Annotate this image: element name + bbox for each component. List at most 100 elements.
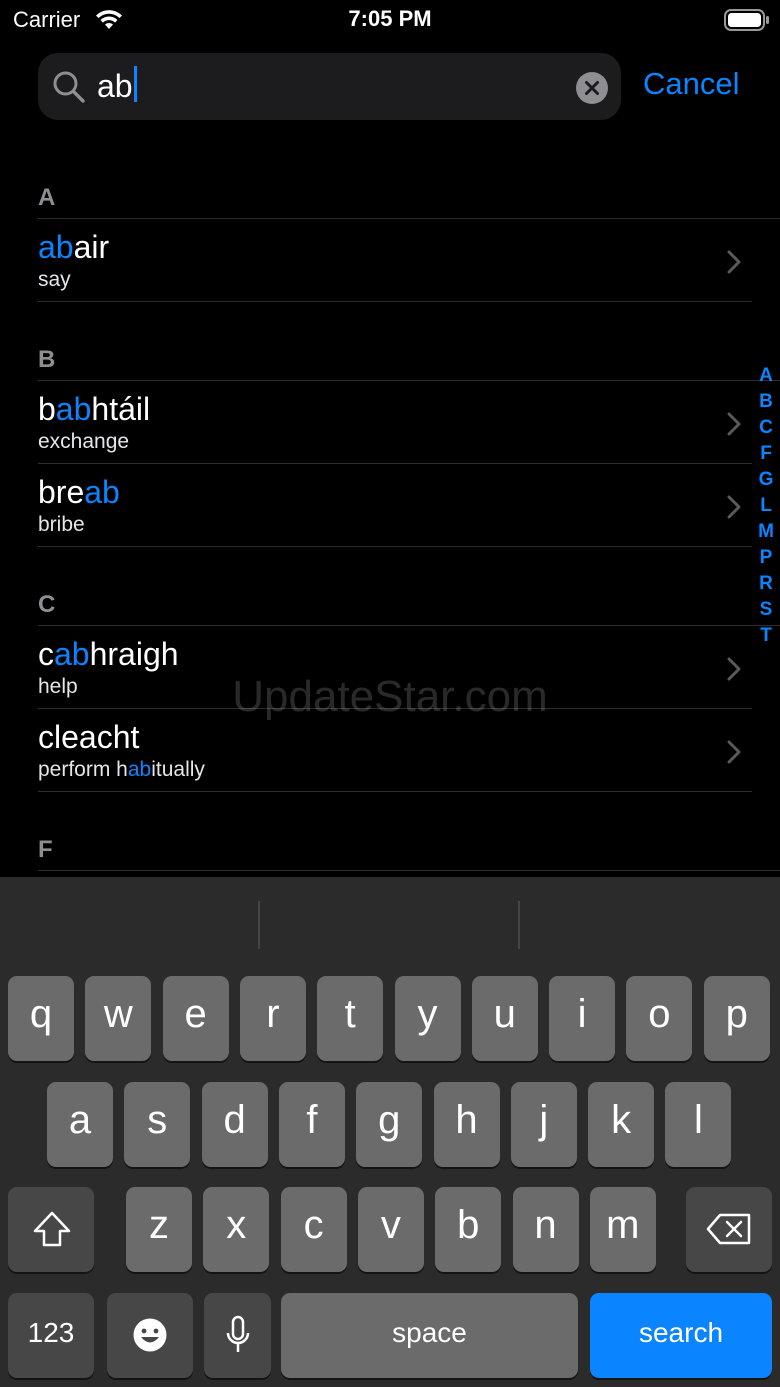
key-d[interactable]: d bbox=[201, 1082, 268, 1167]
text-segment: exchange bbox=[38, 430, 130, 453]
section-header-f: F bbox=[38, 836, 53, 863]
key-t[interactable]: t bbox=[317, 976, 384, 1061]
list-item[interactable]: cleacht perform habitually bbox=[0, 709, 752, 791]
space-key[interactable]: space bbox=[281, 1293, 578, 1378]
key-a[interactable]: a bbox=[47, 1082, 113, 1167]
battery-icon bbox=[724, 9, 770, 36]
index-letter-r[interactable]: R bbox=[752, 571, 780, 597]
chevron-right-icon bbox=[726, 249, 742, 280]
key-label: y bbox=[417, 992, 438, 1036]
key-k[interactable]: k bbox=[588, 1082, 655, 1167]
section-separator bbox=[38, 870, 780, 871]
key-z[interactable]: z bbox=[126, 1187, 192, 1272]
results-list[interactable]: Aabair say Bbabhtáil exchange breab bribe Ccab… bbox=[0, 140, 780, 877]
key-u[interactable]: u bbox=[471, 976, 538, 1061]
emoji-icon bbox=[133, 1318, 167, 1352]
key-label: n bbox=[534, 1203, 557, 1247]
section-header-a: A bbox=[38, 184, 56, 211]
key-x[interactable]: x bbox=[203, 1187, 270, 1272]
text-segment: bribe bbox=[38, 513, 85, 536]
chevron-right-icon bbox=[726, 656, 742, 687]
entry-word: abair bbox=[38, 229, 109, 266]
key-label: b bbox=[457, 1203, 480, 1247]
list-item[interactable]: cabhraigh help bbox=[0, 626, 752, 708]
space-key-label: space bbox=[392, 1317, 467, 1348]
shift-key[interactable] bbox=[8, 1187, 94, 1272]
search-key[interactable]: search bbox=[590, 1293, 772, 1378]
index-letter-b[interactable]: B bbox=[752, 389, 780, 415]
key-c[interactable]: c bbox=[280, 1187, 347, 1272]
key-label: l bbox=[693, 1098, 703, 1142]
key-y[interactable]: y bbox=[394, 976, 461, 1061]
key-r[interactable]: r bbox=[239, 976, 306, 1061]
key-b[interactable]: b bbox=[435, 1187, 502, 1272]
delete-key[interactable] bbox=[686, 1187, 772, 1272]
index-letter-t[interactable]: T bbox=[752, 623, 780, 649]
text-segment: hraigh bbox=[89, 636, 179, 672]
key-v[interactable]: v bbox=[357, 1187, 424, 1272]
key-f[interactable]: f bbox=[278, 1082, 345, 1167]
key-label: z bbox=[149, 1203, 169, 1247]
key-label: x bbox=[226, 1203, 247, 1247]
index-letter-m[interactable]: M bbox=[752, 519, 780, 545]
status-bar: Carrier 7:05 PM bbox=[0, 0, 780, 40]
key-h[interactable]: h bbox=[433, 1082, 500, 1167]
match-highlight: ab bbox=[54, 636, 90, 672]
cancel-button[interactable]: Cancel bbox=[643, 66, 740, 102]
index-letter-s[interactable]: S bbox=[752, 597, 780, 623]
entry-word: cleacht bbox=[38, 719, 139, 756]
list-item[interactable]: babhtáil exchange bbox=[0, 381, 752, 463]
section-header-b: B bbox=[38, 346, 56, 373]
key-o[interactable]: o bbox=[626, 976, 693, 1061]
key-p[interactable]: p bbox=[703, 976, 770, 1061]
key-s[interactable]: s bbox=[124, 1082, 191, 1167]
entry-word: cabhraigh bbox=[38, 636, 179, 673]
key-label: s bbox=[147, 1098, 168, 1142]
key-q[interactable]: q bbox=[8, 976, 74, 1061]
section-header-c: C bbox=[38, 591, 56, 618]
text-segment: help bbox=[38, 675, 78, 698]
dictation-key[interactable] bbox=[204, 1293, 271, 1378]
key-label: g bbox=[378, 1098, 401, 1142]
key-i[interactable]: i bbox=[549, 976, 616, 1061]
match-highlight: ab bbox=[84, 474, 120, 510]
key-e[interactable]: e bbox=[162, 976, 229, 1061]
clock-time: 7:05 PM bbox=[348, 6, 432, 31]
text-segment: htáil bbox=[91, 391, 151, 427]
microphone-icon bbox=[226, 1315, 250, 1352]
key-j[interactable]: j bbox=[510, 1082, 577, 1167]
list-item[interactable]: breab bribe bbox=[0, 464, 752, 546]
text-segment: bre bbox=[38, 474, 85, 510]
list-item[interactable]: abair say bbox=[0, 219, 752, 301]
shift-icon bbox=[33, 1211, 71, 1247]
index-letter-f[interactable]: F bbox=[752, 441, 780, 467]
key-l[interactable]: l bbox=[665, 1082, 732, 1167]
numbers-key[interactable]: 123 bbox=[8, 1293, 94, 1378]
keyboard: 123 space search q w e r t y u i o p a s d f g h j k l z x c v… bbox=[0, 877, 780, 1387]
key-w[interactable]: w bbox=[85, 976, 152, 1061]
index-letter-c[interactable]: C bbox=[752, 415, 780, 441]
text-caret bbox=[133, 66, 137, 102]
index-letter-a[interactable]: A bbox=[752, 363, 780, 389]
index-letter-l[interactable]: L bbox=[752, 493, 780, 519]
text-segment: say bbox=[38, 268, 71, 291]
text-segment: air bbox=[73, 229, 110, 265]
index-letter-g[interactable]: G bbox=[752, 467, 780, 493]
section-index[interactable]: ABCFGLMPRST bbox=[752, 363, 780, 649]
key-n[interactable]: n bbox=[512, 1187, 579, 1272]
clear-search-icon[interactable] bbox=[576, 72, 608, 109]
entry-word: breab bbox=[38, 474, 120, 511]
key-label: o bbox=[648, 992, 671, 1036]
search-field[interactable]: ab bbox=[38, 53, 621, 120]
key-g[interactable]: g bbox=[356, 1082, 423, 1167]
search-key-label: search bbox=[638, 1317, 724, 1348]
key-m[interactable]: m bbox=[589, 1187, 656, 1272]
search-input-value: ab bbox=[97, 68, 133, 104]
chevron-right-icon bbox=[726, 739, 742, 770]
key-label: v bbox=[380, 1203, 401, 1247]
index-letter-p[interactable]: P bbox=[752, 545, 780, 571]
search-input[interactable]: ab bbox=[97, 66, 137, 105]
emoji-key[interactable] bbox=[107, 1293, 193, 1378]
entry-translation: bribe bbox=[38, 513, 85, 537]
screen: Carrier 7:05 PM ab Cancel A abair say B … bbox=[0, 0, 780, 1387]
